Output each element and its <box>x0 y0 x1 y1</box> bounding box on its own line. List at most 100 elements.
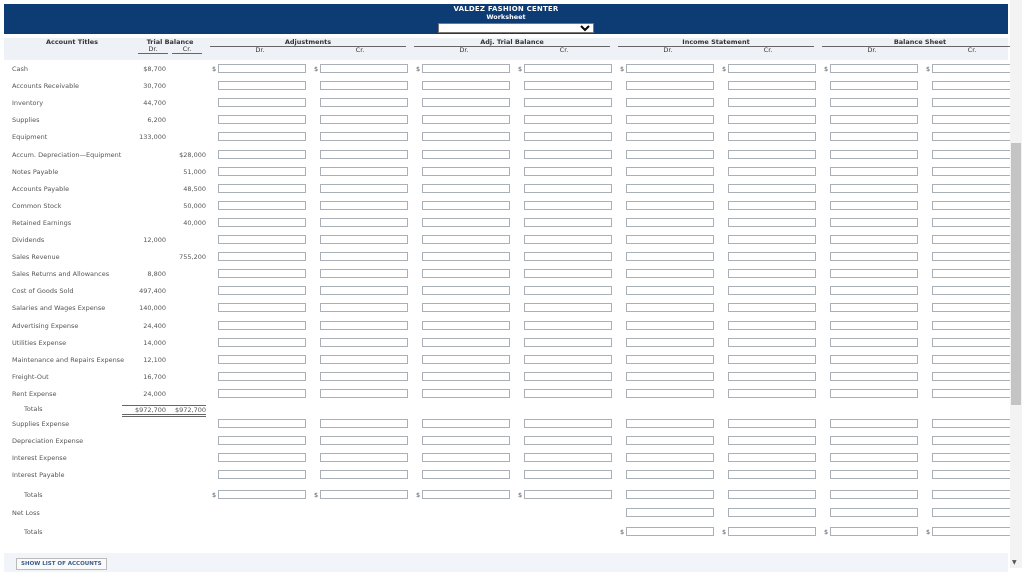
worksheet-dropdown[interactable] <box>438 23 594 33</box>
show-list-of-accounts-button[interactable]: SHOW LIST OF ACCOUNTS <box>16 558 107 570</box>
adj-row-balance-sheet-cr-input[interactable] <box>932 453 1020 463</box>
totals-adj-trial-balance-cr-input[interactable] <box>524 490 612 500</box>
row-adjustments-cr-input[interactable] <box>320 371 408 381</box>
row-adjustments-dr-input[interactable] <box>218 354 306 364</box>
row-balance-sheet-dr-input[interactable] <box>830 354 918 364</box>
row-income-statement-cr-input[interactable] <box>728 286 816 296</box>
row-adj-trial-balance-dr-input[interactable] <box>422 64 510 73</box>
adj-row-income-statement-cr-input[interactable] <box>728 470 816 480</box>
row-adjustments-dr-input[interactable] <box>218 217 306 227</box>
row-adjustments-cr-input[interactable] <box>320 286 408 296</box>
row-adjustments-cr-input[interactable] <box>320 354 408 364</box>
adj-row-adj-trial-balance-dr-input[interactable] <box>422 453 510 463</box>
row-balance-sheet-dr-input[interactable] <box>830 166 918 176</box>
row-adj-trial-balance-dr-input[interactable] <box>422 303 510 313</box>
row-adj-trial-balance-cr-input[interactable] <box>524 320 612 330</box>
net-loss-balance-sheet-cr-input[interactable] <box>932 507 1020 517</box>
row-income-statement-dr-input[interactable] <box>626 183 714 193</box>
adj-row-adj-trial-balance-cr-input[interactable] <box>524 419 612 428</box>
row-adj-trial-balance-dr-input[interactable] <box>422 183 510 193</box>
final-totals-balance-sheet-dr-input[interactable] <box>830 526 918 536</box>
row-balance-sheet-cr-input[interactable] <box>932 166 1020 176</box>
row-balance-sheet-dr-input[interactable] <box>830 371 918 381</box>
adj-row-adjustments-cr-input[interactable] <box>320 470 408 480</box>
row-adjustments-cr-input[interactable] <box>320 217 408 227</box>
row-income-statement-cr-input[interactable] <box>728 303 816 313</box>
row-adj-trial-balance-dr-input[interactable] <box>422 217 510 227</box>
row-balance-sheet-cr-input[interactable] <box>932 200 1020 210</box>
row-income-statement-dr-input[interactable] <box>626 303 714 313</box>
row-adjustments-cr-input[interactable] <box>320 200 408 210</box>
row-adj-trial-balance-cr-input[interactable] <box>524 337 612 347</box>
net-loss-income-statement-dr-input[interactable] <box>626 507 714 517</box>
row-adj-trial-balance-cr-input[interactable] <box>524 115 612 125</box>
row-income-statement-dr-input[interactable] <box>626 235 714 244</box>
row-income-statement-dr-input[interactable] <box>626 149 714 159</box>
row-adj-trial-balance-cr-input[interactable] <box>524 98 612 108</box>
row-adj-trial-balance-cr-input[interactable] <box>524 235 612 244</box>
row-balance-sheet-cr-input[interactable] <box>932 64 1020 73</box>
row-income-statement-cr-input[interactable] <box>728 371 816 381</box>
row-balance-sheet-cr-input[interactable] <box>932 183 1020 193</box>
row-income-statement-cr-input[interactable] <box>728 200 816 210</box>
row-balance-sheet-cr-input[interactable] <box>932 388 1020 398</box>
adj-row-income-statement-cr-input[interactable] <box>728 436 816 446</box>
adj-row-adj-trial-balance-cr-input[interactable] <box>524 436 612 446</box>
adj-row-balance-sheet-cr-input[interactable] <box>932 436 1020 446</box>
row-adjustments-dr-input[interactable] <box>218 252 306 262</box>
row-adj-trial-balance-cr-input[interactable] <box>524 269 612 279</box>
row-balance-sheet-dr-input[interactable] <box>830 269 918 279</box>
row-adj-trial-balance-cr-input[interactable] <box>524 371 612 381</box>
adj-row-adj-trial-balance-cr-input[interactable] <box>524 470 612 480</box>
adj-row-balance-sheet-dr-input[interactable] <box>830 436 918 446</box>
row-balance-sheet-cr-input[interactable] <box>932 149 1020 159</box>
row-income-statement-dr-input[interactable] <box>626 98 714 108</box>
row-income-statement-cr-input[interactable] <box>728 320 816 330</box>
row-adj-trial-balance-dr-input[interactable] <box>422 149 510 159</box>
row-adjustments-dr-input[interactable] <box>218 149 306 159</box>
row-balance-sheet-dr-input[interactable] <box>830 132 918 142</box>
row-balance-sheet-cr-input[interactable] <box>932 252 1020 262</box>
row-income-statement-cr-input[interactable] <box>728 235 816 244</box>
row-balance-sheet-cr-input[interactable] <box>932 286 1020 296</box>
row-adj-trial-balance-cr-input[interactable] <box>524 81 612 91</box>
adj-row-adjustments-cr-input[interactable] <box>320 453 408 463</box>
row-adj-trial-balance-cr-input[interactable] <box>524 286 612 296</box>
adj-row-balance-sheet-cr-input[interactable] <box>932 470 1020 480</box>
row-adj-trial-balance-cr-input[interactable] <box>524 64 612 73</box>
row-adjustments-cr-input[interactable] <box>320 235 408 244</box>
adj-row-income-statement-cr-input[interactable] <box>728 419 816 428</box>
row-income-statement-dr-input[interactable] <box>626 115 714 125</box>
row-income-statement-dr-input[interactable] <box>626 200 714 210</box>
row-adjustments-dr-input[interactable] <box>218 388 306 398</box>
row-adjustments-cr-input[interactable] <box>320 320 408 330</box>
adj-row-adjustments-dr-input[interactable] <box>218 453 306 463</box>
row-income-statement-dr-input[interactable] <box>626 132 714 142</box>
row-adj-trial-balance-dr-input[interactable] <box>422 252 510 262</box>
row-balance-sheet-dr-input[interactable] <box>830 217 918 227</box>
row-balance-sheet-cr-input[interactable] <box>932 98 1020 108</box>
row-income-statement-dr-input[interactable] <box>626 371 714 381</box>
adj-row-adj-trial-balance-cr-input[interactable] <box>524 453 612 463</box>
row-balance-sheet-cr-input[interactable] <box>932 132 1020 142</box>
row-adj-trial-balance-cr-input[interactable] <box>524 183 612 193</box>
row-income-statement-dr-input[interactable] <box>626 81 714 91</box>
row-balance-sheet-dr-input[interactable] <box>830 64 918 73</box>
row-income-statement-cr-input[interactable] <box>728 337 816 347</box>
row-adjustments-cr-input[interactable] <box>320 183 408 193</box>
row-balance-sheet-cr-input[interactable] <box>932 320 1020 330</box>
row-adjustments-dr-input[interactable] <box>218 303 306 313</box>
adj-row-adj-trial-balance-dr-input[interactable] <box>422 436 510 446</box>
scrollbar-thumb[interactable] <box>1011 143 1021 405</box>
row-income-statement-dr-input[interactable] <box>626 354 714 364</box>
row-adjustments-dr-input[interactable] <box>218 115 306 125</box>
adj-row-adj-trial-balance-dr-input[interactable] <box>422 470 510 480</box>
row-adjustments-dr-input[interactable] <box>218 371 306 381</box>
row-adjustments-cr-input[interactable] <box>320 132 408 142</box>
row-income-statement-cr-input[interactable] <box>728 132 816 142</box>
row-adjustments-cr-input[interactable] <box>320 303 408 313</box>
adj-row-adjustments-dr-input[interactable] <box>218 419 306 428</box>
final-totals-balance-sheet-cr-input[interactable] <box>932 526 1020 536</box>
row-adj-trial-balance-cr-input[interactable] <box>524 217 612 227</box>
adj-row-adjustments-dr-input[interactable] <box>218 436 306 446</box>
